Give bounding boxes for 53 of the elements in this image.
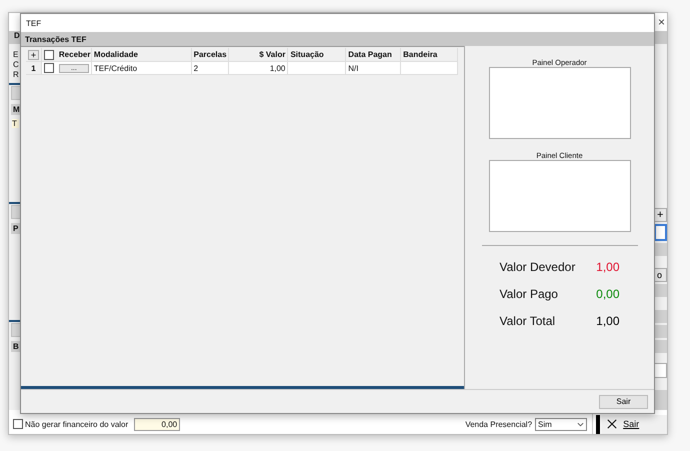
input-field[interactable] <box>654 224 667 241</box>
checkbox[interactable] <box>44 63 54 73</box>
total-value: 1,00 <box>596 260 620 276</box>
toolbar-button[interactable] <box>11 323 21 337</box>
column-header[interactable]: Parcelas <box>192 48 229 61</box>
window-title: TEF <box>26 18 42 28</box>
table-cell: T <box>12 119 19 128</box>
toolbar-button[interactable] <box>654 243 667 256</box>
total-label: Valor Pago <box>500 287 558 303</box>
toolbar-button[interactable] <box>11 205 21 219</box>
column-header[interactable]: Data Pagan <box>346 48 402 61</box>
table-cell: 1,00 <box>228 62 288 74</box>
band-label: D <box>14 30 20 40</box>
column-header[interactable]: Receber <box>56 48 92 61</box>
toolbar-button[interactable] <box>654 390 667 410</box>
toolbar-button[interactable] <box>654 325 667 338</box>
field-label: C <box>13 60 19 69</box>
total-value: 1,00 <box>596 314 620 330</box>
total-value: 0,00 <box>596 287 620 303</box>
toolbar-button[interactable] <box>654 310 667 323</box>
row-number: 1 <box>26 62 42 74</box>
side-button[interactable]: o <box>654 268 667 282</box>
add-button[interactable]: + <box>654 208 667 222</box>
column-header[interactable]: Modalidade <box>92 48 192 61</box>
field-label: Venda Presencial? <box>465 420 532 428</box>
close-button[interactable]: × <box>658 14 665 29</box>
exit-button[interactable]: Sair <box>599 394 648 408</box>
close-icon <box>607 419 618 429</box>
column-header: P <box>11 223 20 234</box>
checkbox-label: Não gerar financeiro do valor <box>25 420 128 428</box>
toolbar-button[interactable] <box>11 86 21 100</box>
field-label: R <box>13 70 19 79</box>
column-header[interactable]: Bandeira <box>401 48 458 61</box>
table-cell: TEF/Crédito <box>92 62 192 74</box>
chevron-icon <box>577 422 584 426</box>
table-cell: 2 <box>192 62 229 74</box>
field-label: E <box>13 50 18 59</box>
column-header[interactable]: Situação <box>288 48 346 61</box>
column-header[interactable]: $ Valor <box>228 48 288 61</box>
total-label: Valor Total <box>500 314 556 330</box>
column-header: B <box>11 341 21 352</box>
toolbar-button[interactable] <box>654 340 667 353</box>
value-field[interactable]: 0,00 <box>134 418 180 430</box>
checkbox[interactable] <box>13 419 23 429</box>
exit-button[interactable]: Sair <box>601 414 667 434</box>
add-button[interactable]: + <box>28 50 39 60</box>
total-label: Valor Devedor <box>500 260 576 276</box>
table-cell: N/I <box>346 62 402 74</box>
section-title: Transações TEF <box>25 34 86 44</box>
toolbar-button[interactable] <box>654 284 667 297</box>
checkbox[interactable] <box>44 50 54 60</box>
dropdown[interactable]: Sim <box>535 418 588 430</box>
input-field[interactable] <box>654 363 667 378</box>
